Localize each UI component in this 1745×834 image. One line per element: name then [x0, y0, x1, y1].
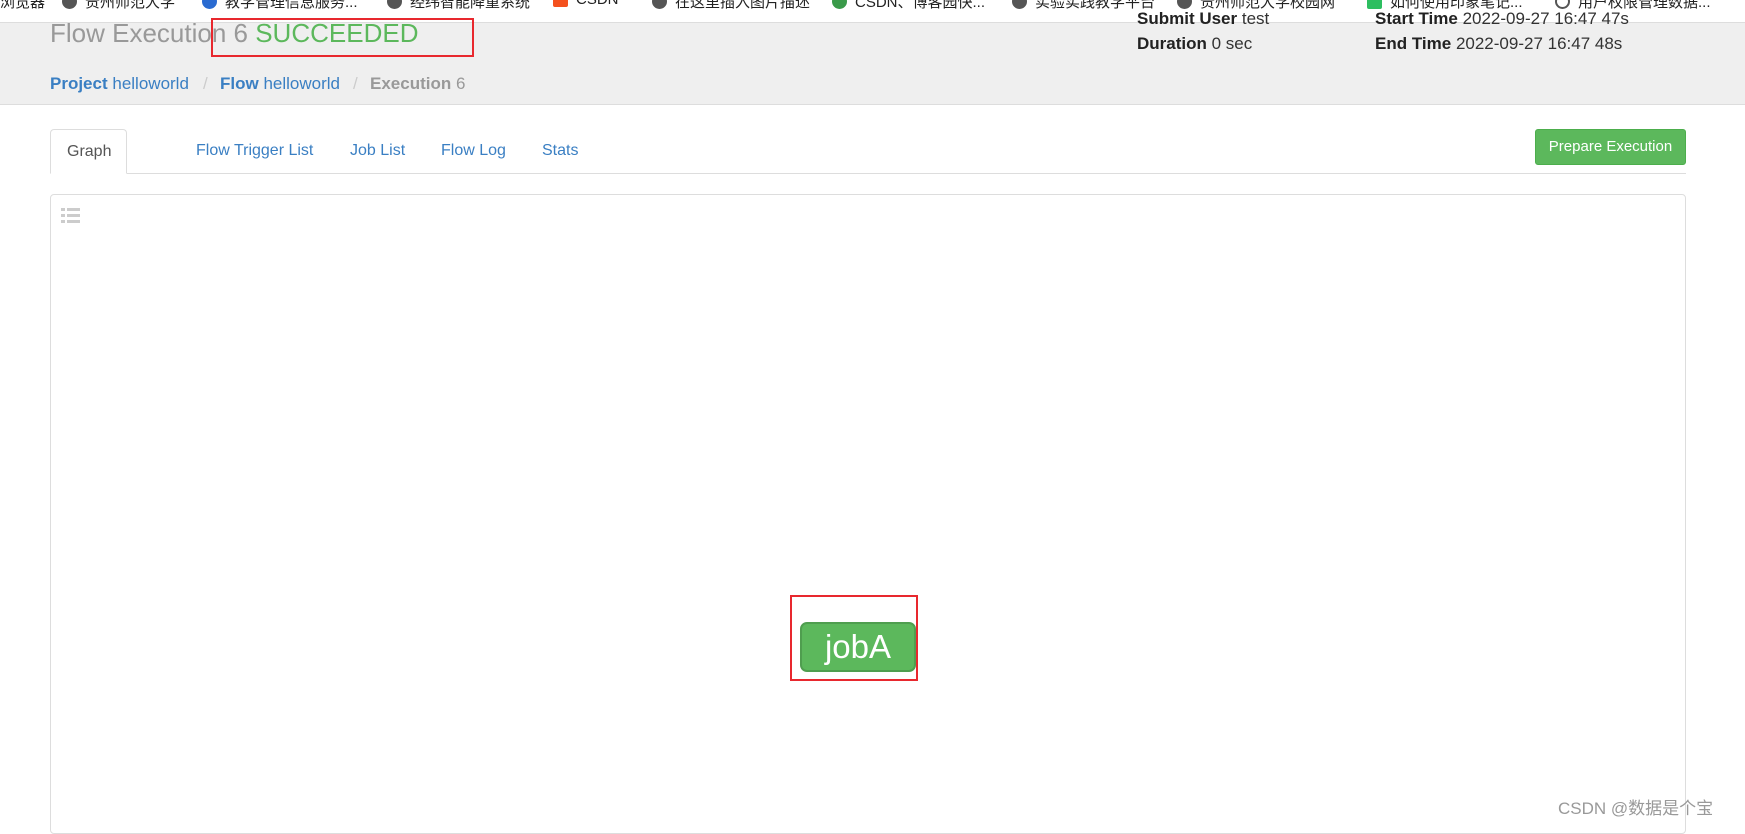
bookmark-icon [202, 0, 217, 9]
breadcrumb-execution: Execution 6 [370, 74, 465, 94]
globe-icon [387, 0, 402, 9]
breadcrumb: Project helloworld / Flow helloworld / E… [0, 66, 1745, 105]
bookmark[interactable]: 贵州师范大学 [62, 0, 175, 12]
breadcrumb-project[interactable]: Project helloworld [50, 74, 189, 94]
bookmark[interactable]: 浏览器 [0, 0, 45, 12]
evernote-icon [1367, 0, 1382, 9]
bookmark-label: 教学管理信息服务... [225, 0, 358, 11]
bookmark[interactable]: 实验实践教学平台 [1012, 0, 1155, 12]
bookmark[interactable]: 在这里插入图片描述 [652, 0, 810, 12]
bookmark[interactable]: 经纬智能降重系统 [387, 0, 530, 12]
execution-id: 6 [455, 74, 466, 93]
csdn-icon [553, 0, 568, 7]
bookmark[interactable]: 教学管理信息服务... [202, 0, 358, 12]
duration: Duration 0 sec [1137, 34, 1252, 54]
bookmark-label: 在这里插入图片描述 [675, 0, 811, 11]
duration-value: 0 sec [1211, 34, 1253, 53]
flow-label: Flow [220, 74, 259, 93]
tab-graph[interactable]: Graph [50, 129, 127, 174]
duration-label: Duration [1137, 34, 1207, 53]
bookmark-label: CSDN [576, 0, 619, 8]
end-time-value: 2022-09-27 16:47 48s [1455, 34, 1623, 53]
bookmark[interactable]: CSDN [553, 0, 619, 8]
list-icon[interactable] [61, 208, 80, 223]
globe-icon [1177, 0, 1192, 9]
globe-icon [62, 0, 77, 9]
project-name: helloworld [112, 74, 189, 93]
globe-icon [652, 0, 667, 9]
globe-icon [1012, 0, 1027, 9]
bookmark-label: 浏览器 [0, 0, 46, 11]
submit-user: Submit User test [1137, 9, 1269, 29]
tab-flow-trigger-list[interactable]: Flow Trigger List [180, 129, 329, 173]
project-label: Project [50, 74, 108, 93]
bookmark-label: 贵州师范大学 [85, 0, 176, 11]
bookmark-icon [832, 0, 847, 9]
highlight-box [211, 18, 474, 57]
execution-label: Execution [370, 74, 452, 93]
submit-user-value: test [1241, 9, 1270, 28]
prepare-execution-button[interactable]: Prepare Execution [1535, 129, 1686, 165]
bookmark[interactable]: CSDN、博客园快... [832, 0, 985, 12]
tab-job-list[interactable]: Job List [334, 129, 421, 173]
flow-name: helloworld [263, 74, 340, 93]
breadcrumb-separator: / [203, 74, 208, 93]
tab-flow-log[interactable]: Flow Log [425, 129, 522, 173]
start-time: Start Time 2022-09-27 16:47 47s [1375, 9, 1629, 29]
graph-panel[interactable] [50, 194, 1686, 834]
tab-bar: Graph Flow Trigger List Job List Flow Lo… [50, 129, 1686, 174]
bookmark-label: CSDN、博客园快... [855, 0, 986, 11]
submit-user-label: Submit User [1137, 9, 1238, 28]
job-node[interactable]: jobA [800, 622, 916, 672]
breadcrumb-separator: / [353, 74, 358, 93]
tab-stats[interactable]: Stats [526, 129, 594, 173]
start-time-value: 2022-09-27 16:47 47s [1462, 9, 1629, 28]
search-icon [1555, 0, 1570, 9]
breadcrumb-flow[interactable]: Flow helloworld [220, 74, 340, 94]
start-time-label: Start Time [1375, 9, 1458, 28]
end-time: End Time 2022-09-27 16:47 48s [1375, 34, 1622, 54]
end-time-label: End Time [1375, 34, 1452, 53]
watermark: CSDN @数据是个宝 [1558, 799, 1714, 818]
bookmark-label: 经纬智能降重系统 [410, 0, 531, 11]
